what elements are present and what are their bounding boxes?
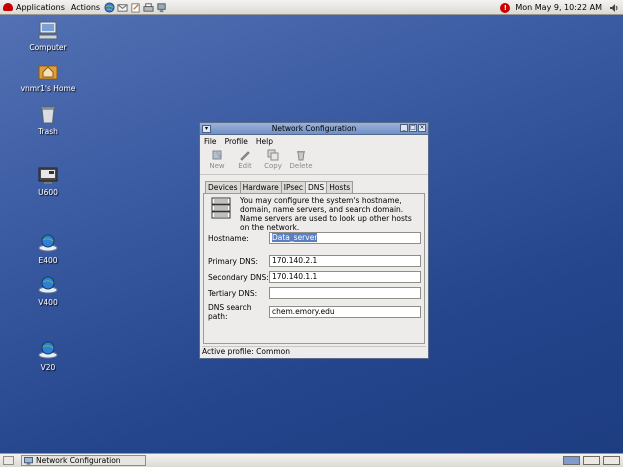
desktop-icon-v20[interactable]: V20 <box>18 339 78 372</box>
dns-description: You may configure the system's hostname,… <box>240 196 412 232</box>
redhat-icon <box>3 3 13 11</box>
network-host-icon <box>38 341 58 359</box>
desktop-icon-label: vnmr1's Home <box>20 84 76 93</box>
maximize-icon[interactable]: □ <box>409 124 417 132</box>
instrument-icon <box>38 167 58 184</box>
top-panel: Applications Actions ! Mon May 9, 10:22 … <box>0 0 623 15</box>
tab-hosts[interactable]: Hosts <box>326 181 354 193</box>
tab-ipsec[interactable]: IPsec <box>280 181 307 193</box>
desktop-icon-e400[interactable]: E400 <box>18 232 78 265</box>
minimize-icon[interactable]: _ <box>400 124 408 132</box>
dns-search-path-field[interactable]: chem.emory.edu <box>269 306 421 318</box>
close-icon[interactable]: × <box>418 124 426 132</box>
workspace-1[interactable] <box>563 456 580 465</box>
hostname-field[interactable]: Data_server <box>269 232 421 244</box>
dns-server-icon <box>211 197 231 219</box>
tertiary-dns-row: Tertiary DNS: <box>208 287 421 299</box>
tab-hardware[interactable]: Hardware <box>239 181 282 193</box>
update-alert-icon[interactable]: ! <box>500 2 511 13</box>
new-button[interactable]: New <box>206 148 228 170</box>
desktop-icon-trash[interactable]: Trash <box>18 103 78 136</box>
printer-icon[interactable] <box>143 2 154 13</box>
hostname-row: Hostname: Data_server <box>208 232 421 244</box>
trash-icon <box>40 106 56 124</box>
desktop-icon-v400[interactable]: V400 <box>18 274 78 307</box>
edit-icon[interactable] <box>130 2 141 13</box>
actions-label: Actions <box>70 2 101 12</box>
tertiary-dns-field[interactable] <box>269 287 421 299</box>
applications-label: Applications <box>16 2 65 12</box>
delete-icon <box>297 151 305 161</box>
desktop-icon-label: U600 <box>38 188 58 197</box>
workspace-3[interactable] <box>603 456 620 465</box>
desktop-icon-u600[interactable]: U600 <box>18 164 78 197</box>
delete-label: Delete <box>289 162 313 170</box>
window-titlebar[interactable]: ▾ Network Configuration _ □ × <box>200 123 428 135</box>
applications-menu[interactable]: Applications <box>0 0 68 15</box>
primary-dns-row: Primary DNS: 170.140.2.1 <box>208 255 421 267</box>
network-configuration-window: ▾ Network Configuration _ □ × File Profi… <box>199 122 429 359</box>
edit-button[interactable]: Edit <box>234 148 256 170</box>
show-desktop-icon[interactable] <box>3 456 14 465</box>
clock[interactable]: Mon May 9, 10:22 AM <box>515 3 602 12</box>
globe-icon[interactable] <box>104 1 115 13</box>
desktop-icon-computer[interactable]: Computer <box>18 19 78 52</box>
copy-button[interactable]: Copy <box>262 148 284 170</box>
desktop-icon-home[interactable]: vnmr1's Home <box>18 60 78 93</box>
network-host-icon <box>38 276 58 294</box>
tab-devices[interactable]: Devices <box>205 181 241 193</box>
dns-search-path-row: DNS search path: chem.emory.edu <box>208 303 421 321</box>
edit-label: Edit <box>238 162 252 170</box>
computer-icon <box>38 21 58 40</box>
dns-search-path-label: DNS search path: <box>208 303 252 321</box>
menu-file[interactable]: File <box>204 137 217 146</box>
desktop-icon-label: Trash <box>38 127 58 136</box>
network-icon[interactable] <box>156 2 167 13</box>
menu-profile[interactable]: Profile <box>225 137 248 146</box>
taskbar-item-network-configuration[interactable]: Network Configuration <box>21 455 146 466</box>
secondary-dns-label: Secondary DNS: <box>208 272 269 282</box>
desktop-icon-label: Computer <box>29 43 67 52</box>
status-bar: Active profile: Common <box>202 346 426 356</box>
taskbar-item-label: Network Configuration <box>36 456 121 465</box>
copy-label: Copy <box>264 162 282 170</box>
hostname-value: Data_server <box>272 233 318 242</box>
window-menubar: File Profile Help <box>200 135 428 148</box>
dns-panel: You may configure the system's hostname,… <box>203 193 425 344</box>
delete-button[interactable]: Delete <box>289 148 313 170</box>
desktop-icon-label: V400 <box>38 298 58 307</box>
mail-icon[interactable] <box>117 2 128 13</box>
primary-dns-label: Primary DNS: <box>208 256 259 266</box>
network-config-icon <box>24 456 33 465</box>
primary-dns-field[interactable]: 170.140.2.1 <box>269 255 421 267</box>
tab-strip: Devices Hardware IPsec DNS Hosts <box>205 181 354 194</box>
network-host-icon <box>38 234 58 252</box>
hostname-label: Hostname: <box>208 233 249 243</box>
desktop-icon-label: E400 <box>38 256 58 265</box>
desktop-icon-label: V20 <box>40 363 56 372</box>
new-icon <box>212 150 222 160</box>
secondary-dns-field[interactable]: 170.140.1.1 <box>269 271 421 283</box>
dns-info: You may configure the system's hostname,… <box>210 196 420 232</box>
copy-icon <box>267 149 279 161</box>
tertiary-dns-label: Tertiary DNS: <box>208 288 258 298</box>
window-toolbar: New Edit Copy Delete <box>200 148 428 175</box>
top-right-tray: ! Mon May 9, 10:22 AM <box>500 0 619 15</box>
secondary-dns-row: Secondary DNS: 170.140.1.1 <box>208 271 421 283</box>
menu-help[interactable]: Help <box>256 137 273 146</box>
workspace-2[interactable] <box>583 456 600 465</box>
home-folder-icon <box>38 65 58 80</box>
bottom-panel: Network Configuration <box>0 453 623 467</box>
new-label: New <box>209 162 225 170</box>
volume-icon[interactable] <box>609 3 619 13</box>
edit-icon <box>240 151 250 161</box>
actions-menu[interactable]: Actions <box>68 0 103 15</box>
window-title: Network Configuration <box>271 124 357 133</box>
